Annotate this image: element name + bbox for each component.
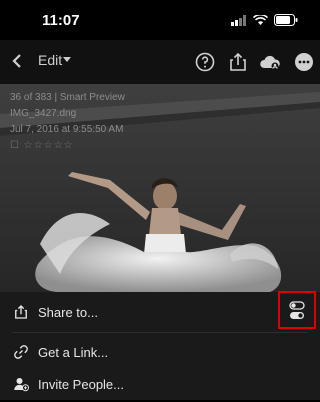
share-to-label: Share to... bbox=[38, 304, 98, 320]
status-icons bbox=[231, 14, 298, 26]
help-icon[interactable] bbox=[193, 50, 217, 74]
battery-icon bbox=[274, 14, 298, 26]
photo-filename: IMG_3427.dng bbox=[10, 108, 77, 119]
toggle-switches-icon bbox=[289, 301, 305, 319]
status-bar: 11:07 bbox=[0, 0, 320, 40]
share-icon bbox=[15, 305, 27, 319]
photo-count: 36 of 383 | Smart Preview bbox=[10, 92, 125, 103]
share-icon[interactable] bbox=[226, 50, 250, 74]
share-to-row[interactable]: Share to... bbox=[0, 294, 320, 330]
nav-bar: Edit bbox=[0, 40, 320, 84]
photo-datetime: Jul 7, 2016 at 9:55:50 AM bbox=[10, 124, 124, 135]
link-icon bbox=[14, 345, 28, 359]
get-link-row[interactable]: Get a Link... bbox=[0, 334, 320, 370]
invite-people-row[interactable]: Invite People... bbox=[0, 366, 320, 402]
invite-people-icon bbox=[14, 378, 29, 392]
wifi-icon bbox=[253, 14, 268, 25]
cloud-people-icon[interactable] bbox=[258, 50, 282, 74]
back-chevron-icon[interactable] bbox=[8, 51, 28, 71]
get-link-label: Get a Link... bbox=[38, 344, 109, 360]
toggle-settings-button[interactable] bbox=[278, 291, 316, 329]
chevron-down-icon[interactable] bbox=[63, 57, 71, 63]
divider bbox=[12, 332, 308, 333]
share-sheet: Share to... Get a Link... Invite People.… bbox=[0, 292, 320, 400]
more-icon[interactable] bbox=[292, 50, 316, 74]
signal-icon bbox=[231, 14, 246, 26]
invite-people-label: Invite People... bbox=[38, 376, 124, 392]
rating-stars[interactable]: ☐ ☆☆☆☆☆ bbox=[10, 140, 74, 151]
status-time: 11:07 bbox=[42, 12, 80, 29]
photo-preview[interactable]: 36 of 383 | Smart Preview IMG_3427.dng J… bbox=[0, 84, 320, 292]
edit-menu-label[interactable]: Edit bbox=[38, 52, 62, 68]
